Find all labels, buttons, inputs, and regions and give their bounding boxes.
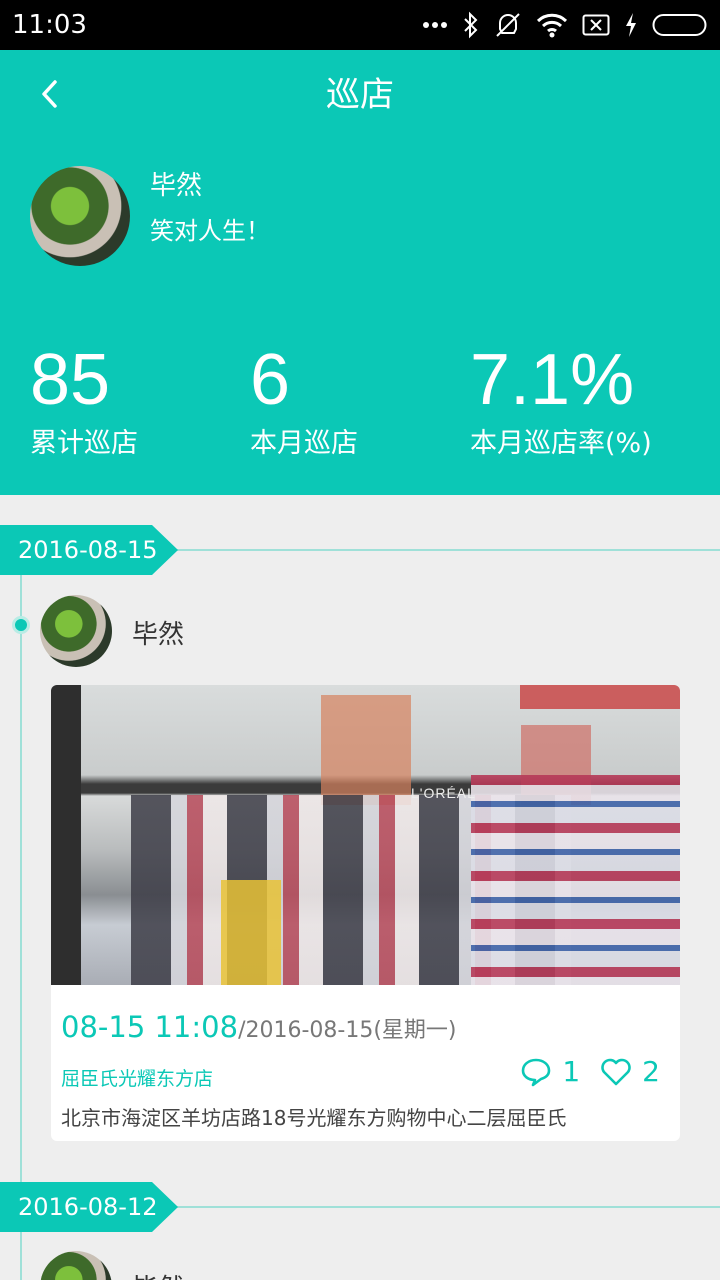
status-bar: 11:03 xyxy=(0,0,720,50)
profile-header: 巡店 毕然 笑对人生！ 85 累计巡店 6 本月巡店 7.1% 本月巡店率(%) xyxy=(0,50,720,495)
battery-icon xyxy=(652,13,708,37)
status-time: 11:03 xyxy=(12,10,87,40)
comment-button[interactable]: 1 xyxy=(520,1055,580,1088)
stat-value: 85 xyxy=(30,340,111,420)
poster-name: 毕然 xyxy=(132,620,185,650)
visit-time: 08-15 11:08/2016-08-15(星期一) xyxy=(61,1007,457,1051)
date-tag: 2016-08-15 xyxy=(0,525,178,575)
wifi-icon xyxy=(536,12,568,38)
poster-name: 毕然 xyxy=(132,1268,184,1280)
timeline-line xyxy=(20,575,22,1280)
timeline-dot xyxy=(12,616,30,634)
visit-date-detail: /2016-08-15(星期一) xyxy=(238,1018,457,1043)
date-divider xyxy=(176,549,720,551)
bluetooth-icon xyxy=(462,11,480,39)
user-name: 毕然 xyxy=(150,171,203,201)
store-address: 北京市海淀区羊坊店路18号光耀东方购物中心二层屈臣氏 xyxy=(61,1106,567,1130)
page-title: 巡店 xyxy=(326,75,394,115)
photo-sign-text: L'ORÉAL xyxy=(411,785,476,801)
like-button[interactable]: 2 xyxy=(600,1055,660,1088)
status-icons xyxy=(422,11,708,39)
stat-value: 6 xyxy=(250,340,291,420)
stat-month-rate: 7.1% 本月巡店率(%) xyxy=(470,340,652,462)
visit-card[interactable]: L'ORÉAL 08-15 11:08/2016-08-15(星期一) 屈臣氏光… xyxy=(51,685,680,1141)
store-name[interactable]: 屈臣氏光耀东方店 xyxy=(61,1065,213,1093)
stat-label: 累计巡店 xyxy=(30,428,138,459)
heart-icon xyxy=(601,1058,631,1085)
more-dots-icon xyxy=(422,21,448,29)
card-actions: 1 2 xyxy=(520,1055,660,1088)
comment-icon xyxy=(522,1058,551,1086)
comment-count: 1 xyxy=(562,1055,581,1088)
vibrate-off-icon xyxy=(494,11,522,39)
charging-icon xyxy=(624,12,638,38)
date-divider xyxy=(176,1206,720,1208)
stat-total-visits: 85 累计巡店 xyxy=(30,340,138,462)
date-tag: 2016-08-12 xyxy=(0,1182,178,1232)
store-photo[interactable]: L'ORÉAL xyxy=(51,685,680,985)
stat-value: 7.1% xyxy=(470,340,635,420)
stat-label: 本月巡店 xyxy=(250,428,358,459)
avatar[interactable] xyxy=(30,166,130,266)
poster-avatar[interactable] xyxy=(40,595,112,667)
no-sim-icon xyxy=(582,14,610,36)
user-motto: 笑对人生！ xyxy=(150,217,270,245)
stat-label: 本月巡店率(%) xyxy=(470,428,652,459)
like-count: 2 xyxy=(642,1055,660,1088)
stat-month-visits: 6 本月巡店 xyxy=(250,340,358,462)
visit-time-main: 08-15 11:08 xyxy=(61,1010,239,1044)
poster-avatar[interactable] xyxy=(40,1251,112,1280)
